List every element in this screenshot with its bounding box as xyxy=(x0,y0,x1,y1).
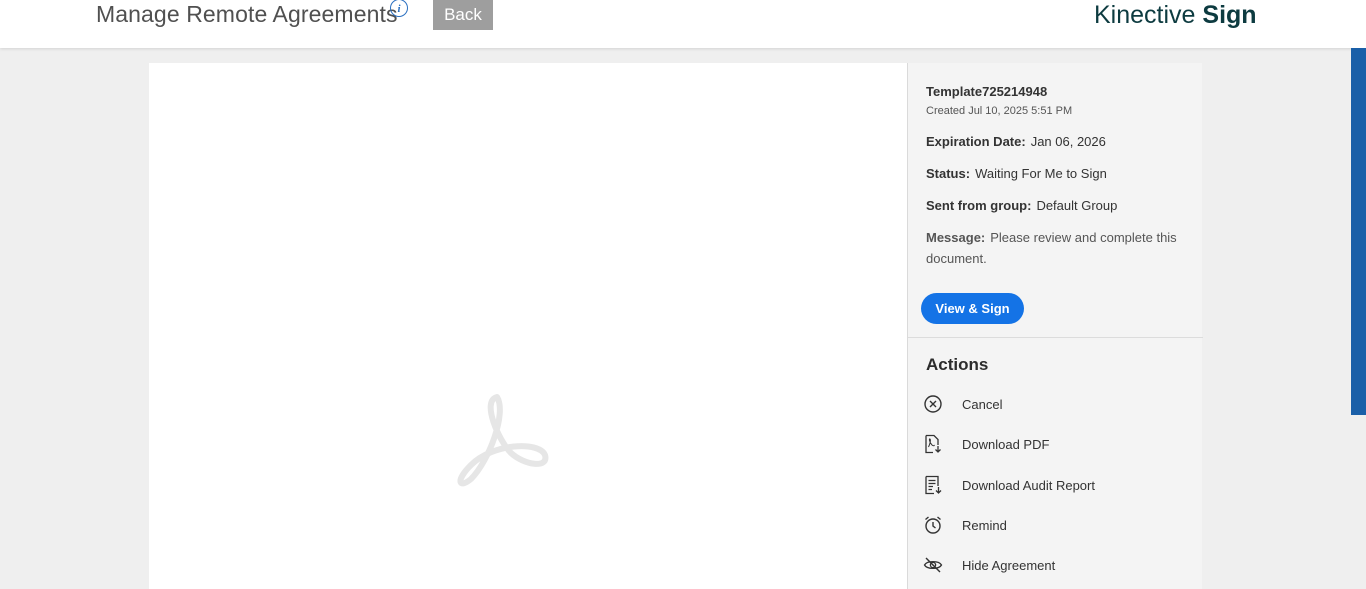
action-label: Download Audit Report xyxy=(962,477,1095,493)
status-label: Status: xyxy=(926,166,971,181)
view-and-sign-button[interactable]: View & Sign xyxy=(921,293,1024,324)
action-download-pdf[interactable]: Download PDF xyxy=(922,431,1182,457)
status-value: Waiting For Me to Sign xyxy=(975,166,1107,181)
status-field: Status: Waiting For Me to Sign xyxy=(926,163,1186,184)
action-remind[interactable]: Remind xyxy=(922,512,1182,538)
action-label: Hide Agreement xyxy=(962,557,1056,573)
agreement-created: Created Jul 10, 2025 5:51 PM xyxy=(926,105,1073,117)
action-label: Download PDF xyxy=(962,436,1050,452)
pdf-placeholder-icon xyxy=(449,391,553,489)
agreement-details-panel: Template725214948 Created Jul 10, 2025 5… xyxy=(907,63,1203,589)
expiration-value: Jan 06, 2026 xyxy=(1030,134,1106,149)
expiration-label: Expiration Date: xyxy=(926,134,1026,149)
svg-text:i: i xyxy=(397,3,401,15)
expiration-field: Expiration Date: Jan 06, 2026 xyxy=(926,131,1186,152)
back-button[interactable]: Back xyxy=(433,0,493,30)
alarm-clock-icon xyxy=(922,514,944,536)
message-label: Message: xyxy=(926,230,986,245)
agreement-name: Template725214948 xyxy=(926,84,1048,99)
brand-name-light: Kinective xyxy=(1094,1,1196,29)
audit-report-icon xyxy=(922,474,944,496)
action-label: Remind xyxy=(962,517,1007,533)
action-label: Cancel xyxy=(962,396,1003,412)
info-icon[interactable]: i xyxy=(389,0,409,18)
action-cancel[interactable]: Cancel xyxy=(922,391,1182,417)
page-title: Manage Remote Agreements xyxy=(96,1,398,27)
actions-heading: Actions xyxy=(926,355,989,374)
group-field: Sent from group: Default Group xyxy=(926,195,1186,216)
download-pdf-icon xyxy=(922,433,944,455)
top-bar: Manage Remote Agreements i Back Kinectiv… xyxy=(0,0,1366,48)
brand-name-bold: Sign xyxy=(1202,1,1257,29)
message-field: Message: Please review and complete this … xyxy=(926,227,1186,269)
brand-logo: Kinective Sign xyxy=(1094,1,1257,30)
group-value: Default Group xyxy=(1036,198,1118,213)
scrollbar-accent[interactable] xyxy=(1351,48,1366,415)
divider xyxy=(908,337,1203,338)
action-download-audit-report[interactable]: Download Audit Report xyxy=(922,472,1182,498)
eye-slash-icon xyxy=(922,554,944,576)
group-label: Sent from group: xyxy=(926,198,1032,213)
action-hide-agreement[interactable]: Hide Agreement xyxy=(922,552,1182,578)
cancel-circle-icon xyxy=(922,393,944,415)
document-preview xyxy=(149,63,907,589)
